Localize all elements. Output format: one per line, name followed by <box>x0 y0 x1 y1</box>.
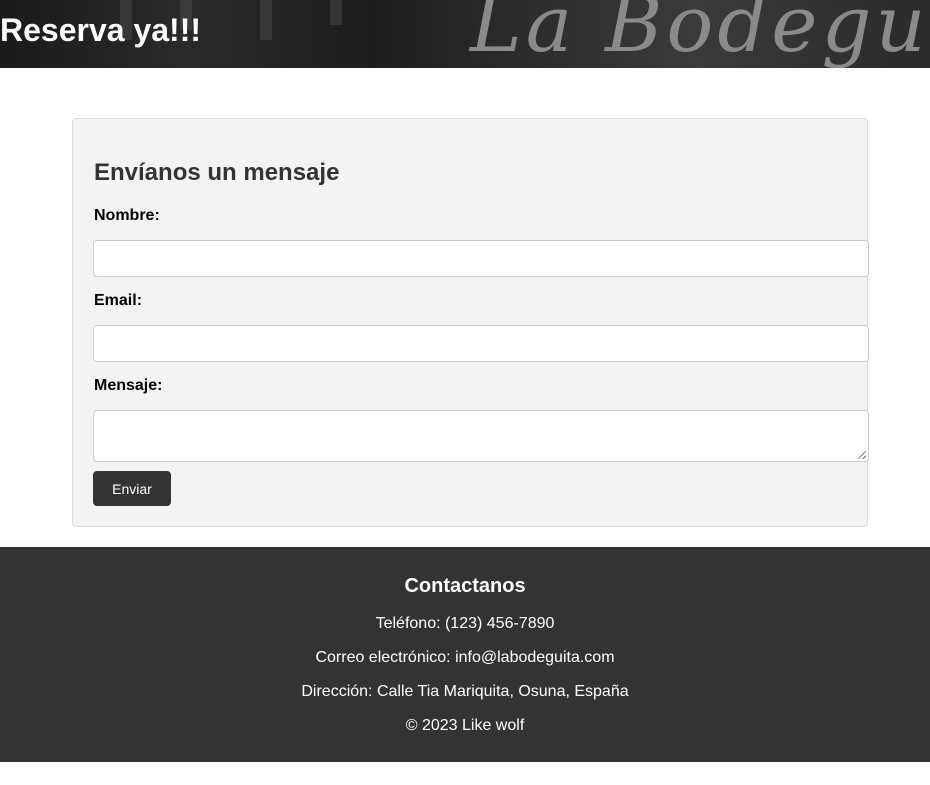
footer-copyright: © 2023 Like wolf <box>405 717 525 734</box>
send-button[interactable]: Enviar <box>93 471 171 506</box>
resize-handle-icon[interactable] <box>858 451 866 459</box>
background-decoration <box>260 0 272 40</box>
form-heading: Envíanos un mensaje <box>94 159 340 186</box>
page-title: Reserva ya!!! <box>0 12 201 48</box>
hero-banner: La Bodeguita Reserva ya!!! <box>0 0 930 68</box>
footer-phone: Teléfono: (123) 456-7890 <box>375 615 555 632</box>
email-input[interactable] <box>93 325 869 362</box>
logo-script-text: La Bodeguita <box>470 0 930 68</box>
name-label: Nombre: <box>94 207 160 224</box>
footer-email: Correo electrónico: info@labodeguita.com <box>315 649 615 666</box>
background-decoration <box>330 0 342 25</box>
footer: Contactanos Teléfono: (123) 456-7890 Cor… <box>0 547 930 762</box>
name-input[interactable] <box>93 240 869 277</box>
message-textarea[interactable] <box>93 410 869 462</box>
footer-address: Dirección: Calle Tia Mariquita, Osuna, E… <box>301 683 629 700</box>
contact-form: Envíanos un mensaje Nombre: Email: Mensa… <box>72 118 869 527</box>
message-label: Mensaje: <box>94 377 163 394</box>
footer-heading: Contactanos <box>404 575 526 597</box>
email-label: Email: <box>94 292 143 309</box>
